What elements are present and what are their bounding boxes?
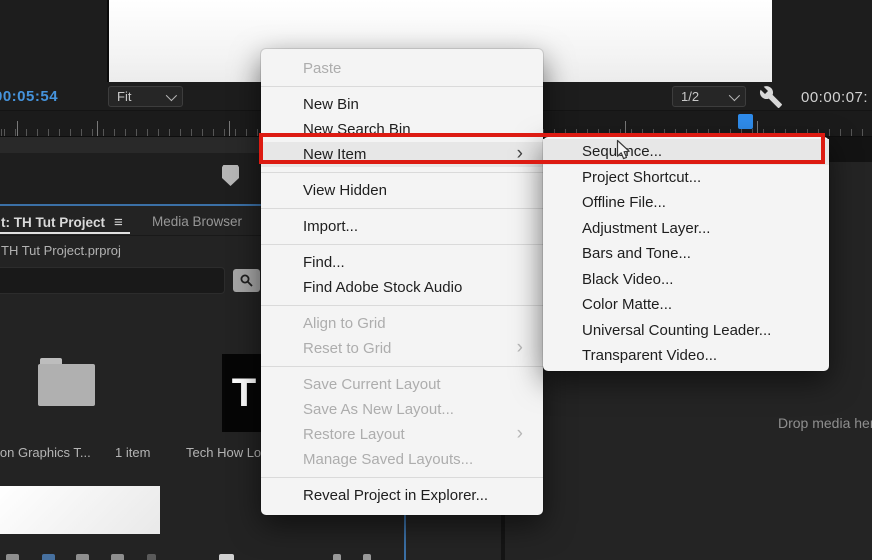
menu-item-paste: Paste [261,56,543,81]
monitor-lower-area-right [824,137,872,162]
playback-resolution-value: 1/2 [681,89,699,104]
folder-item-count: 1 item [115,445,150,460]
playback-resolution-dropdown[interactable]: 1/2 [672,86,746,107]
freeform-view-icon[interactable] [111,554,124,560]
icon-view-icon[interactable] [76,554,89,560]
playhead-timecode[interactable]: 00:05:54 [0,88,58,105]
project-filename: TH Tut Project.prproj [1,243,121,258]
annotation-highlight-box [259,133,825,164]
timeline-track-strip [0,137,263,153]
search-bin-button[interactable] [233,269,260,292]
clip-label[interactable]: Tech How Lo [186,445,261,460]
menu-item-import[interactable]: Import... [261,214,543,239]
zoom-slider-handle[interactable] [147,554,156,560]
menu-separator [261,244,543,245]
menu-item-find[interactable]: Find... [261,250,543,275]
readonly-toggle-icon[interactable] [6,554,19,560]
zoom-level-value: Fit [117,89,131,104]
mouse-cursor-icon [612,138,634,169]
menu-separator [261,477,543,478]
list-view-icon[interactable] [42,554,55,560]
new-item-submenu: Sequence... Project Shortcut... Offline … [543,137,829,371]
active-tab-underline [0,232,130,234]
chevron-down-icon [729,89,740,100]
menu-item-manage-saved-layouts: Manage Saved Layouts... [261,447,543,472]
menu-item-new-bin[interactable]: New Bin [261,92,543,117]
new-item-icon[interactable] [363,554,371,560]
menu-item-reset-to-grid: Reset to Grid› [261,336,543,361]
submenu-arrow-icon: › [517,424,523,443]
menu-item-save-as-new-layout: Save As New Layout... [261,397,543,422]
chevron-down-icon [166,89,177,100]
settings-wrench-icon[interactable] [759,85,783,114]
premiere-pro-window: 00:05:54 Fit 1/2 00:00:07: Drop media he… [0,0,872,560]
menu-separator [261,366,543,367]
panel-divider [501,512,505,560]
menu-separator [261,305,543,306]
drop-media-hint: Drop media here [778,415,872,431]
menu-item-save-current-layout: Save Current Layout [261,372,543,397]
zoom-level-dropdown[interactable]: Fit [108,86,183,107]
folder-label[interactable]: ion Graphics T... [0,445,91,460]
menu-item-restore-layout: Restore Layout› [261,422,543,447]
new-bin-icon[interactable] [333,554,341,560]
submenu-item-universal-counting-leader[interactable]: Universal Counting Leader... [543,318,829,344]
white-thumbnail[interactable] [0,486,160,534]
menu-separator [261,86,543,87]
search-icon [239,273,254,288]
context-menu: Paste New Bin New Search Bin New Item› V… [261,49,543,515]
menu-item-find-adobe-stock-audio[interactable]: Find Adobe Stock Audio [261,275,543,300]
menu-item-align-to-grid: Align to Grid [261,311,543,336]
menu-separator [261,172,543,173]
search-input[interactable] [0,267,225,294]
menu-separator [261,208,543,209]
submenu-item-adjustment-layer[interactable]: Adjustment Layer... [543,216,829,242]
sort-icon[interactable] [219,554,234,560]
submenu-item-offline-file[interactable]: Offline File... [543,190,829,216]
tab-project[interactable]: t: TH Tut Project≡ [1,214,123,231]
submenu-item-bars-and-tone[interactable]: Bars and Tone... [543,241,829,267]
submenu-item-transparent-video[interactable]: Transparent Video... [543,343,829,369]
menu-item-reveal-project-in-explorer[interactable]: Reveal Project in Explorer... [261,483,543,508]
submenu-item-black-video[interactable]: Black Video... [543,267,829,293]
submenu-item-project-shortcut[interactable]: Project Shortcut... [543,165,829,191]
submenu-item-color-matte[interactable]: Color Matte... [543,292,829,318]
panel-menu-icon[interactable]: ≡ [114,214,123,231]
tab-media-browser[interactable]: Media Browser [152,214,242,229]
submenu-arrow-icon: › [517,338,523,357]
duration-timecode: 00:00:07: [801,89,868,106]
clip-thumbnail[interactable]: T [222,354,266,432]
folder-icon[interactable] [38,364,95,406]
playhead-marker[interactable] [738,114,753,129]
menu-item-view-hidden[interactable]: View Hidden [261,178,543,203]
clip-thumbnail-letter: T [232,373,256,413]
